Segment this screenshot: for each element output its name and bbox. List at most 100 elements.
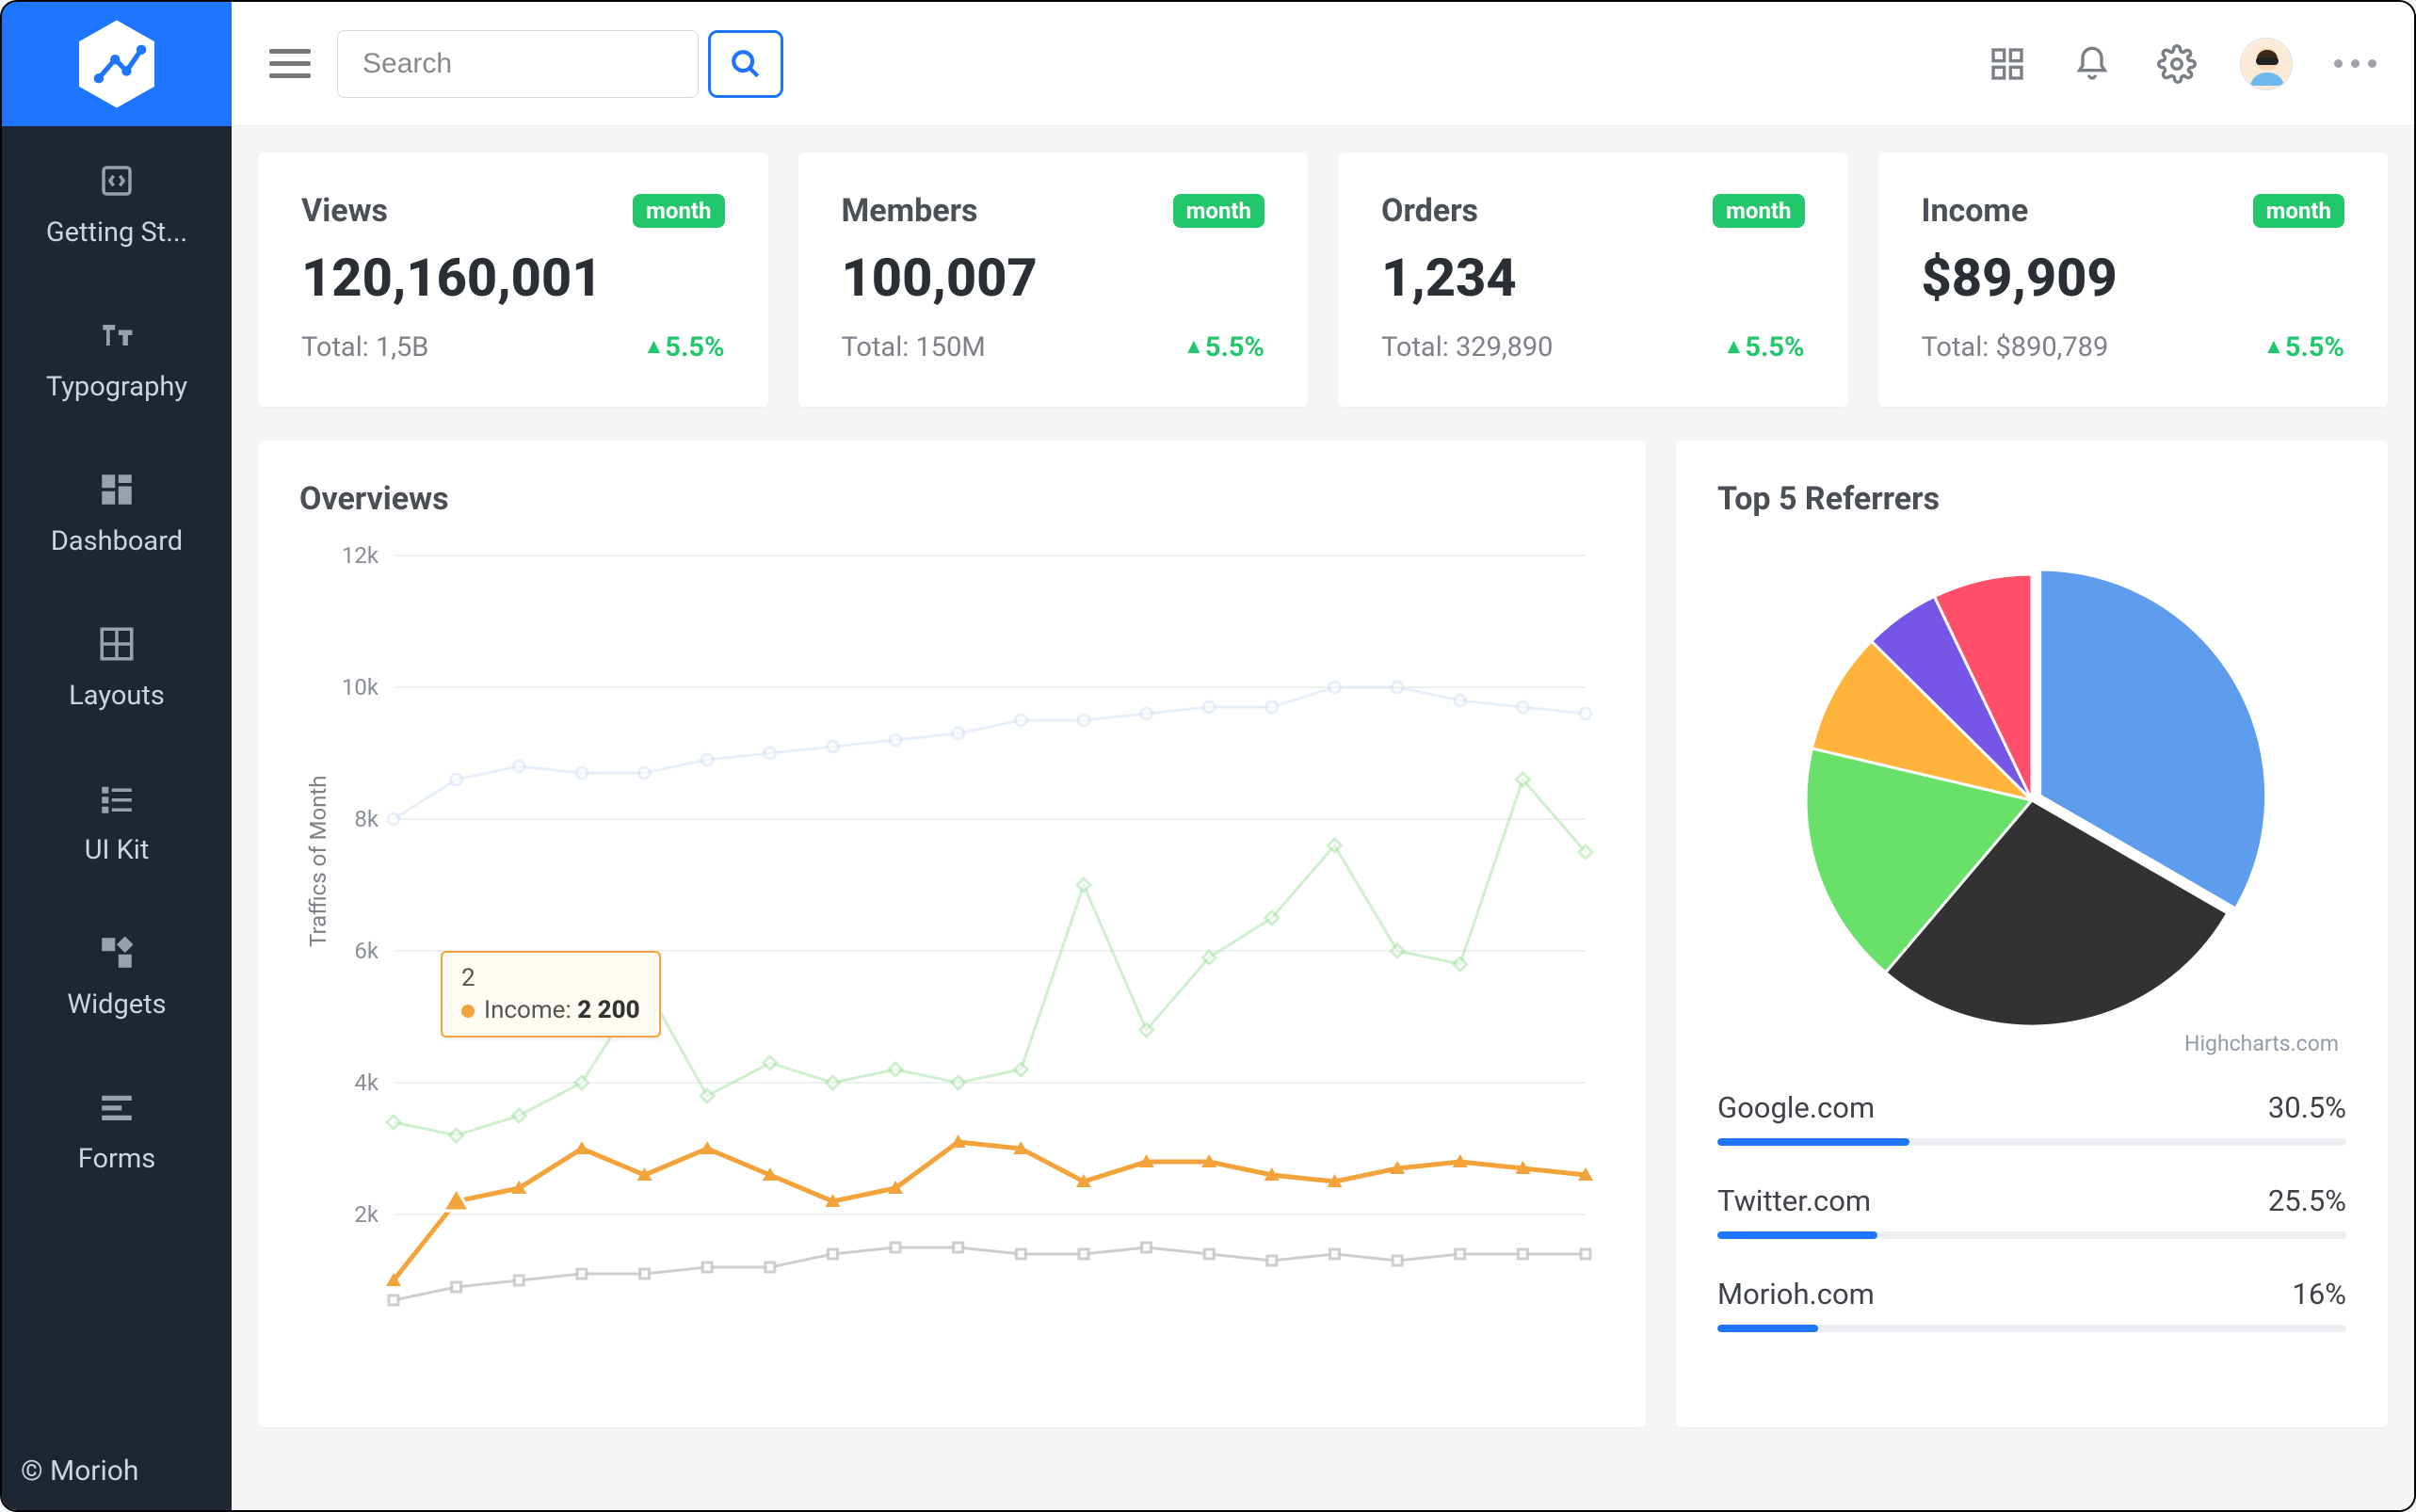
svg-text:12k: 12k: [342, 542, 379, 569]
topbar: [232, 2, 2414, 126]
svg-text:4k: 4k: [354, 1070, 379, 1096]
typography-icon: [94, 313, 139, 358]
list-icon: [94, 776, 139, 821]
forms-icon: [94, 1085, 139, 1130]
panel-title: Top 5 Referrers: [1717, 480, 2346, 518]
referrer-pct: 16%: [2292, 1277, 2346, 1311]
referrer-item: Google.com 30.5%: [1717, 1090, 2346, 1146]
stat-title: Orders: [1381, 192, 1478, 230]
hex-logo-icon: [74, 17, 159, 111]
stat-card-views: Views month 120,160,001 Total: 1,5B 5.5%: [258, 153, 768, 407]
code-braces-icon: [94, 158, 139, 203]
chart-tooltip: 2 Income: 2 200: [441, 951, 661, 1037]
stat-delta: 5.5%: [648, 331, 724, 363]
referrer-name: Morioh.com: [1717, 1277, 1875, 1311]
stat-value: 1,234: [1381, 247, 1805, 309]
referrer-bar-track: [1717, 1138, 2346, 1146]
sidebar-item-label: Widgets: [67, 989, 166, 1021]
chart-credit-link[interactable]: Highcharts.com: [2184, 1031, 2339, 1056]
svg-text:2k: 2k: [354, 1201, 379, 1228]
tooltip-marker-icon: [461, 1005, 475, 1018]
overviews-panel: Overviews Traffics of Month 2k4k6k8k10k1…: [258, 441, 1646, 1427]
referrer-item: Morioh.com 16%: [1717, 1277, 2346, 1332]
referrer-bar-fill: [1717, 1325, 1818, 1332]
content-area: Views month 120,160,001 Total: 1,5B 5.5% M…: [232, 126, 2414, 1510]
overviews-chart[interactable]: Traffics of Month 2k4k6k8k10k12k 2 Incom…: [299, 537, 1604, 1384]
referrers-panel: Top 5 Referrers Highcharts.com Google.co…: [1676, 441, 2388, 1427]
stat-value: 100,007: [842, 247, 1265, 309]
stat-title: Income: [1922, 192, 2029, 230]
search-button[interactable]: [708, 30, 783, 98]
brand-logo[interactable]: [2, 2, 232, 126]
tooltip-series-label: Income:: [484, 996, 572, 1024]
stat-total: Total: 1,5B: [301, 331, 428, 363]
more-menu-button[interactable]: [2334, 59, 2376, 68]
user-avatar[interactable]: [2240, 38, 2293, 90]
stat-total: Total: 150M: [842, 331, 986, 363]
stat-title: Members: [842, 192, 978, 230]
sidebar-item-label: Forms: [78, 1143, 156, 1175]
period-badge: month: [633, 194, 724, 228]
referrer-item: Twitter.com 25.5%: [1717, 1183, 2346, 1239]
stat-card-orders: Orders month 1,234 Total: 329,890 5.5%: [1338, 153, 1848, 407]
stat-value: 120,160,001: [301, 247, 725, 309]
stat-total: Total: 329,890: [1381, 331, 1553, 363]
referrer-bar-track: [1717, 1231, 2346, 1239]
sidebar-item-getting-started[interactable]: Getting St...: [2, 126, 232, 281]
sidebar-item-ui-kit[interactable]: UI Kit: [2, 744, 232, 898]
referrer-name: Google.com: [1717, 1090, 1875, 1125]
period-badge: month: [2253, 194, 2344, 228]
main-column: Views month 120,160,001 Total: 1,5B 5.5% M…: [232, 2, 2414, 1510]
referrer-name: Twitter.com: [1717, 1183, 1871, 1218]
sidebar-item-layouts[interactable]: Layouts: [2, 589, 232, 744]
stat-title: Views: [301, 192, 388, 230]
search-input[interactable]: [337, 30, 699, 98]
sidebar-item-typography[interactable]: Typography: [2, 281, 232, 435]
panel-title: Overviews: [299, 480, 1604, 518]
app-frame: Getting St... Typography Dashboard Layou…: [0, 0, 2416, 1512]
menu-toggle-button[interactable]: [269, 43, 311, 85]
period-badge: month: [1173, 194, 1264, 228]
sidebar-item-label: UI Kit: [85, 834, 150, 866]
stat-delta: 5.5%: [1188, 331, 1264, 363]
stat-delta: 5.5%: [1728, 331, 1804, 363]
notifications-icon[interactable]: [2070, 42, 2114, 86]
referrer-bar-track: [1717, 1325, 2346, 1332]
search-icon: [730, 48, 762, 80]
sidebar: Getting St... Typography Dashboard Layou…: [2, 2, 232, 1510]
stat-card-income: Income month $89,909 Total: $890,789 5.5%: [1878, 153, 2389, 407]
dashboard-icon: [94, 467, 139, 512]
referrer-pct: 25.5%: [2268, 1183, 2346, 1218]
referrers-pie-chart[interactable]: Highcharts.com: [1717, 537, 2346, 1064]
svg-text:10k: 10k: [342, 674, 379, 700]
pie-chart-svg: [1787, 555, 2277, 1045]
referrer-bar-fill: [1717, 1231, 1877, 1239]
tooltip-value: 2 200: [577, 996, 639, 1024]
svg-text:6k: 6k: [354, 938, 379, 964]
stat-total: Total: $890,789: [1922, 331, 2109, 363]
layouts-icon: [94, 621, 139, 667]
panels-row: Overviews Traffics of Month 2k4k6k8k10k1…: [258, 441, 2388, 1427]
stat-delta: 5.5%: [2268, 331, 2344, 363]
widgets-icon: [94, 930, 139, 975]
topbar-actions: [1986, 38, 2376, 90]
referrer-pct: 30.5%: [2268, 1090, 2346, 1125]
period-badge: month: [1713, 194, 1804, 228]
tooltip-category: 2: [461, 964, 640, 992]
referrer-bar-fill: [1717, 1138, 1909, 1146]
sidebar-footer: © Morioh: [2, 1432, 232, 1510]
stat-row: Views month 120,160,001 Total: 1,5B 5.5% M…: [258, 153, 2388, 407]
settings-icon[interactable]: [2155, 42, 2199, 86]
referrer-list: Google.com 30.5% Twitter.com 25.5% Morioh.co…: [1717, 1090, 2346, 1332]
sidebar-nav: Getting St... Typography Dashboard Layou…: [2, 126, 232, 1432]
sidebar-item-widgets[interactable]: Widgets: [2, 898, 232, 1053]
sidebar-item-label: Typography: [46, 371, 187, 403]
search-group: [337, 30, 783, 98]
svg-text:8k: 8k: [354, 806, 379, 832]
sidebar-item-label: Layouts: [69, 680, 165, 712]
stat-card-members: Members month 100,007 Total: 150M 5.5%: [798, 153, 1309, 407]
apps-icon[interactable]: [1986, 42, 2029, 86]
sidebar-item-dashboard[interactable]: Dashboard: [2, 435, 232, 589]
stat-value: $89,909: [1922, 247, 2345, 309]
sidebar-item-forms[interactable]: Forms: [2, 1053, 232, 1207]
